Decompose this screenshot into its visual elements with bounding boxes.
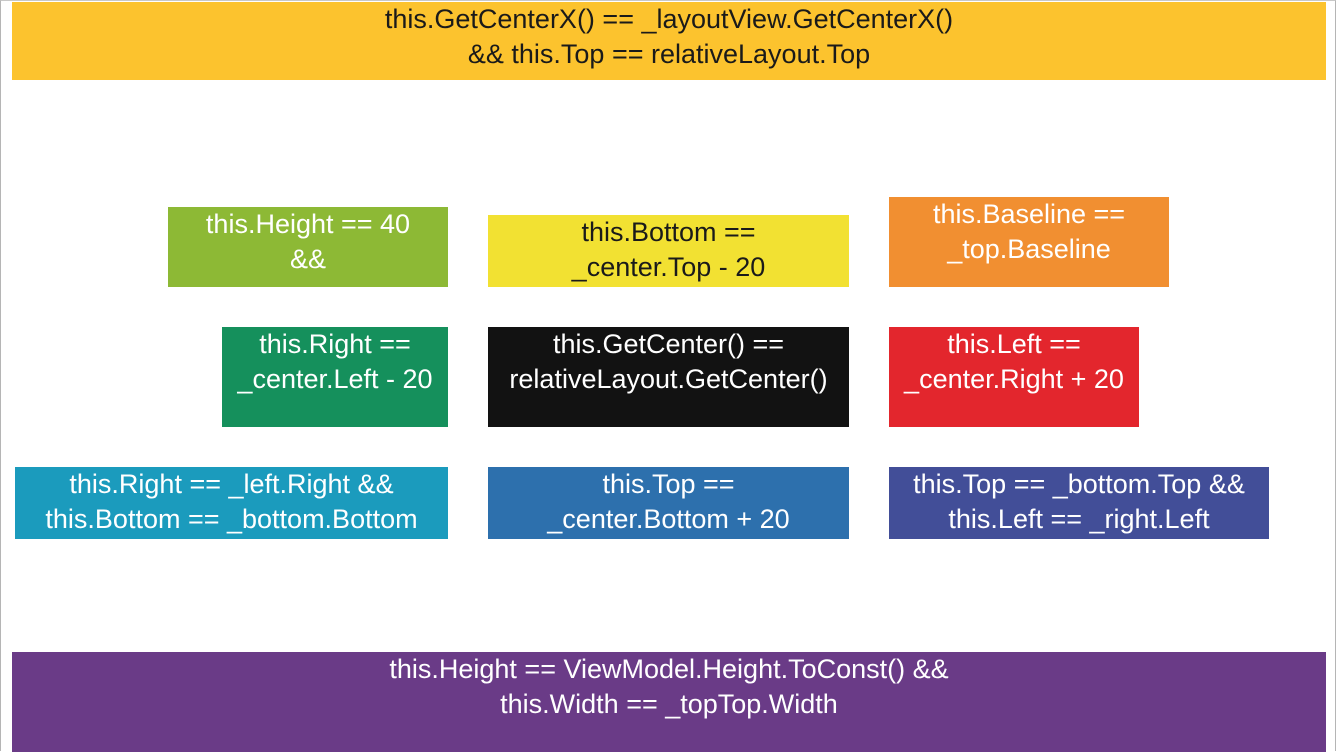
bottom-left-constraint-view: this.Right == _left.Right && this.Bottom… — [15, 467, 448, 539]
bottom-left-view-line-2: this.Bottom == _bottom.Bottom — [45, 504, 418, 534]
middle-right-constraint-view: this.Left == _center.Right + 20 — [889, 327, 1139, 427]
bottom-right-constraint-view: this.Top == _bottom.Top && this.Left == … — [889, 467, 1269, 539]
top-right-view-line-2: _top.Baseline — [947, 234, 1111, 264]
top-center-view-line-1: this.Bottom == — [581, 217, 756, 247]
middle-left-view-line-2: _center.Left - 20 — [237, 364, 433, 394]
top-center-view-line-2: _center.Top - 20 — [571, 252, 766, 282]
bottom-view-line-1: this.Height == ViewModel.Height.ToConst(… — [389, 654, 949, 684]
bottom-view-line-2: this.Width == _topTop.Width — [500, 689, 838, 719]
center-constraint-view: this.GetCenter() == relativeLayout.GetCe… — [488, 327, 849, 427]
top-center-constraint-view: this.Bottom == _center.Top - 20 — [488, 215, 849, 287]
middle-left-view-line-1: this.Right == — [259, 329, 411, 359]
top-left-view-line-1: this.Height == 40 — [205, 209, 411, 239]
bottom-center-view-line-1: this.Top == — [602, 469, 735, 499]
center-view-line-2: relativeLayout.GetCenter() — [509, 364, 828, 394]
bottom-center-view-line-2: _center.Bottom + 20 — [547, 504, 790, 534]
bottom-constraint-view: this.Height == ViewModel.Height.ToConst(… — [12, 652, 1326, 752]
top-left-constraint-view: this.Height == 40 && — [168, 207, 448, 287]
middle-left-constraint-view: this.Right == _center.Left - 20 — [222, 327, 448, 427]
middle-right-view-line-2: _center.Right + 20 — [904, 364, 1124, 394]
bottom-right-view-line-1: this.Top == _bottom.Top && — [913, 469, 1245, 499]
center-view-line-1: this.GetCenter() == — [552, 329, 785, 359]
top-view-line-2: && this.Top == relativeLayout.Top — [467, 39, 871, 69]
bottom-right-view-line-2: this.Left == _right.Left — [948, 504, 1210, 534]
top-left-view-line-2: && — [289, 244, 327, 274]
top-view-line-1: this.GetCenterX() == _layoutView.GetCent… — [384, 4, 954, 34]
top-right-view-line-1: this.Baseline == — [932, 199, 1126, 229]
middle-right-view-line-1: this.Left == — [947, 329, 1081, 359]
bottom-center-constraint-view: this.Top == _center.Bottom + 20 — [488, 467, 849, 539]
top-constraint-view: this.GetCenterX() == _layoutView.GetCent… — [12, 2, 1326, 80]
bottom-left-view-line-1: this.Right == _left.Right && — [69, 469, 394, 499]
top-right-constraint-view: this.Baseline == _top.Baseline — [889, 197, 1169, 287]
